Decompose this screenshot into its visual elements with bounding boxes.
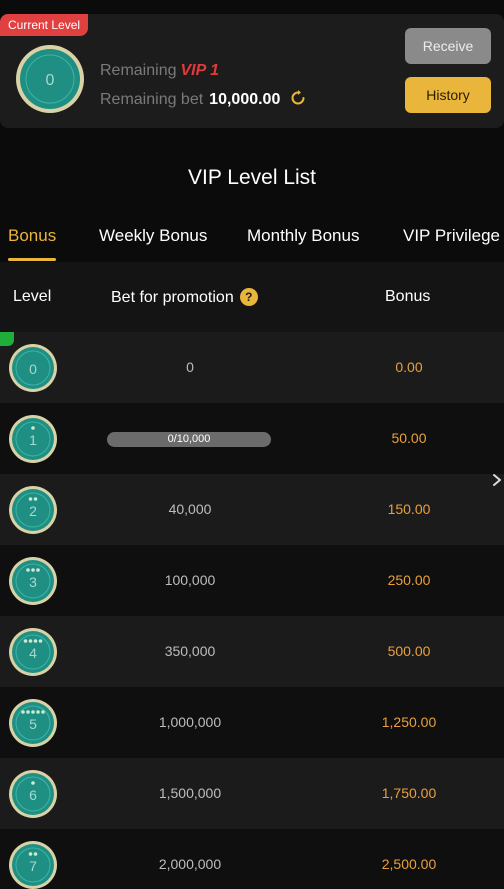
badge-level-number: 3 [29,574,37,590]
header-bet: Bet for promotion? [111,288,258,307]
table-row: 0 0 0.00 [0,332,504,403]
badge-star-icon [33,497,38,501]
remaining-bet-line: Remaining bet 10,000.00 [100,89,307,109]
badge-star-icon [31,568,35,572]
badge-star-icon [31,781,35,785]
vip-badge-icon: 0 [9,344,57,392]
badge-level-number: 6 [29,787,37,803]
badge-star-icon [26,710,30,714]
badge-star-icon [36,710,40,714]
badge-star-icon [31,426,35,430]
bet-value: 2,000,000 [158,856,222,872]
vip-0-badge-icon: 0 [16,45,84,113]
badge-level-number: 2 [29,503,37,519]
header-bet-label: Bet for promotion [111,289,234,306]
badge-star-icon [21,710,25,714]
bonus-value: 1,250.00 [381,714,437,730]
bet-value: 1,500,000 [158,785,222,801]
badge-star-icon [33,852,38,856]
vip-badge-icon: 6 [9,770,57,818]
tab-weekly-bonus[interactable]: Weekly Bonus [99,226,207,246]
bonus-value: 1,750.00 [381,785,437,801]
receive-button[interactable]: Receive [405,28,491,64]
table-row: 4 350,000 500.00 [0,616,504,687]
badge-star-icon [36,568,40,572]
remaining-vip-line: Remaining VIP 1 [100,62,219,80]
header-bonus: Bonus [385,288,431,305]
badge-level-number: 7 [29,858,37,874]
badge-star-icon [23,639,28,643]
badge-star-icon [33,639,38,643]
header-level: Level [13,288,52,305]
active-tab-indicator [8,258,56,261]
bet-value: 100,000 [164,572,216,588]
bet-value: 350,000 [164,643,216,659]
table-row: 2 40,000 150.00 [0,474,504,545]
bonus-value: 250.00 [387,572,431,588]
big-badge-number: 0 [46,72,55,89]
bonus-value: 2,500.00 [381,856,437,872]
refresh-icon[interactable] [289,89,307,107]
help-icon[interactable]: ? [239,288,258,306]
bonus-value: 50.00 [391,430,427,446]
current-level-tag: Current Level [0,14,89,36]
tab-bonus[interactable]: Bonus [8,226,56,246]
badge-star-icon [28,497,33,501]
vip-level-list-title: VIP Level List [187,166,317,189]
remaining-bet-label: Remaining bet [100,91,204,108]
badge-star-icon [28,852,33,856]
badge-star-icon [38,639,43,643]
tab-monthly-bonus[interactable]: Monthly Bonus [247,226,359,246]
chevron-right-icon[interactable] [490,470,504,490]
table-row: 5 1,000,000 1,250.00 [0,687,504,758]
remaining-bet-value: 10,000.00 [209,91,281,108]
vip-badge-icon: 1 [9,415,57,463]
table-row: 3 100,000 250.00 [0,545,504,616]
vip-badge-icon: 5 [9,699,57,747]
tab-vip-privilege[interactable]: VIP Privilege [403,226,500,246]
bonus-value: 150.00 [387,501,431,517]
bet-value: 0 [186,359,194,375]
vip-badge-icon: 4 [9,628,57,676]
badge-star-icon [31,710,35,714]
badge-level-number: 4 [29,645,37,661]
table-row: 7 2,000,000 2,500.00 [0,829,504,889]
bonus-value: 500.00 [387,643,431,659]
badge-level-number: 1 [29,432,37,448]
table-header: Level Bet for promotion? Bonus [0,262,504,332]
vip-badge-icon: 3 [9,557,57,605]
bet-value: 1,000,000 [158,714,222,730]
bonus-value: 0.00 [395,359,423,375]
vip-badge-icon: 7 [9,841,57,889]
history-button[interactable]: History [405,77,491,113]
progress-label: 0/10,000 [167,433,211,445]
table-row: 6 1,500,000 1,750.00 [0,758,504,829]
badge-star-icon [28,639,33,643]
tab-bar: Bonus Weekly Bonus Monthly Bonus VIP Pri… [0,218,504,262]
promotion-progress-bar: 0/10,000 [107,432,271,447]
badge-star-icon [41,710,45,714]
badge-level-number: 5 [29,716,37,732]
vip-level-table: 0 0 0.00 1 0/10,000 50.00 2 40,000 150.0… [0,332,504,889]
current-level-card: Current Level 0 Remaining VIP 1 Remaining… [0,14,504,128]
table-row: 1 0/10,000 50.00 [0,403,504,474]
vip-badge-icon: 2 [9,486,57,534]
badge-level-number: 0 [29,361,37,377]
badge-star-icon [26,568,30,572]
remaining-label: Remaining [100,62,177,79]
remaining-vip-value: VIP 1 [180,62,220,79]
bet-value: 40,000 [168,501,212,517]
